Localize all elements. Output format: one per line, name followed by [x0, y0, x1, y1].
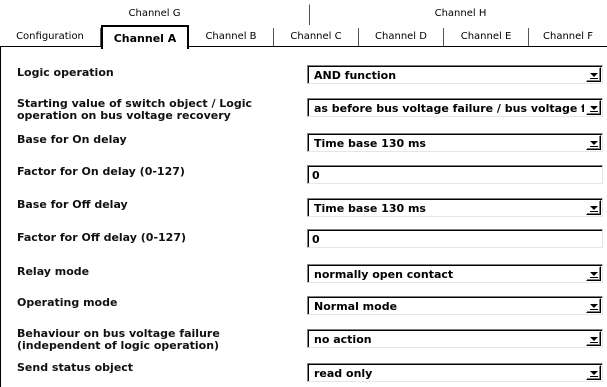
starting-value-label-line2: operation on bus voltage recovery	[17, 109, 231, 122]
frame-left-border	[0, 46, 1, 387]
base-off-delay-value: Time base 130 ms	[314, 202, 426, 215]
tab-configuration[interactable]: Configuration	[0, 28, 101, 46]
tab-channel-b[interactable]: Channel B	[189, 28, 274, 46]
tab-channel-e[interactable]: Channel E	[444, 28, 529, 46]
bus-failure-label: Behaviour on bus voltage failure (indepe…	[17, 328, 220, 352]
chevron-down-icon[interactable]	[586, 298, 601, 313]
base-on-delay-value: Time base 130 ms	[314, 137, 426, 150]
base-on-delay-select[interactable]: Time base 130 ms	[307, 133, 603, 152]
operating-mode-value: Normal mode	[314, 300, 398, 313]
logic-operation-value: AND function	[314, 69, 397, 82]
bus-failure-select[interactable]: no action	[307, 329, 603, 348]
base-on-delay-label: Base for On delay	[17, 133, 127, 146]
send-status-label: Send status object	[17, 361, 134, 374]
tab-row-back: Channel G Channel H	[0, 0, 607, 25]
tab-channel-f[interactable]: Channel F	[529, 28, 607, 46]
chevron-down-icon[interactable]	[586, 365, 601, 380]
relay-mode-label: Relay mode	[17, 265, 90, 278]
operating-mode-label: Operating mode	[17, 296, 118, 309]
chevron-down-icon[interactable]	[586, 266, 601, 281]
starting-value-select[interactable]: as before bus voltage failure / bus volt…	[307, 98, 603, 117]
logic-operation-select[interactable]: AND function	[307, 65, 603, 84]
operating-mode-select[interactable]: Normal mode	[307, 296, 603, 315]
chevron-down-icon[interactable]	[586, 200, 601, 215]
bus-failure-value: no action	[314, 333, 372, 346]
starting-value-value: as before bus voltage failure / bus volt…	[314, 102, 584, 115]
tab-channel-c[interactable]: Channel C	[274, 28, 359, 46]
starting-value-label: Starting value of switch object / Logic …	[17, 98, 252, 122]
tab-channel-g[interactable]: Channel G	[0, 4, 310, 25]
send-status-select[interactable]: read only	[307, 363, 603, 382]
tab-row-front: Configuration Channel A Channel B Channe…	[0, 25, 607, 49]
bus-failure-label-line2: (independent of logic operation)	[17, 339, 220, 352]
factor-on-delay-input[interactable]: 0	[307, 165, 603, 184]
base-off-delay-label: Base for Off delay	[17, 198, 128, 211]
logic-operation-label: Logic operation	[17, 66, 114, 79]
relay-mode-select[interactable]: normally open contact	[307, 264, 603, 283]
base-off-delay-select[interactable]: Time base 130 ms	[307, 198, 603, 217]
tab-channel-a[interactable]: Channel A	[101, 25, 189, 49]
tab-frame-line-right	[187, 46, 607, 47]
factor-on-delay-label: Factor for On delay (0-127)	[17, 165, 185, 178]
tab-frame-line-left	[0, 46, 101, 47]
chevron-down-icon[interactable]	[586, 67, 601, 82]
factor-off-delay-label: Factor for Off delay (0-127)	[17, 231, 186, 244]
chevron-down-icon[interactable]	[586, 135, 601, 150]
tab-channel-h[interactable]: Channel H	[312, 4, 607, 25]
chevron-down-icon[interactable]	[586, 100, 601, 115]
chevron-down-icon[interactable]	[586, 331, 601, 346]
parameter-window: Channel G Channel H Configuration Channe…	[0, 0, 607, 387]
tab-channel-d[interactable]: Channel D	[359, 28, 444, 46]
factor-off-delay-value: 0	[312, 233, 320, 246]
factor-on-delay-value: 0	[312, 169, 320, 182]
relay-mode-value: normally open contact	[314, 268, 454, 281]
send-status-value: read only	[314, 367, 373, 380]
factor-off-delay-input[interactable]: 0	[307, 229, 603, 248]
